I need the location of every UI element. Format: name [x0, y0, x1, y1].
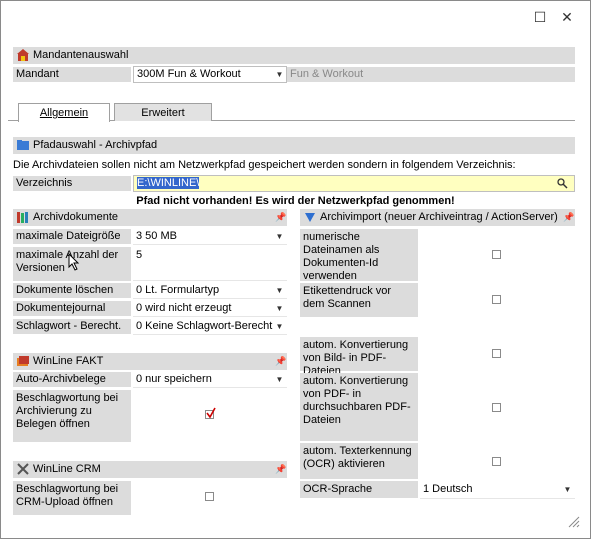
- auto-archivbelege-select[interactable]: 0 nur speichern: [133, 372, 287, 388]
- konvertierung-pdf-label: autom. Konvertierung von PDF- in durchsu…: [300, 373, 418, 441]
- folders-icon: [17, 356, 29, 366]
- pin-icon[interactable]: 📌: [563, 212, 574, 222]
- chevron-down-icon[interactable]: ▼: [561, 482, 574, 497]
- mouse-cursor-icon: [68, 253, 80, 271]
- tools-icon: [17, 463, 29, 475]
- numerische-dateinamen-label: numerische Dateinamen als Dokumenten-Id …: [300, 229, 418, 282]
- mandant-label: Mandant: [13, 67, 131, 82]
- mandant-section-header: Mandantenauswahl: [13, 47, 575, 64]
- tab-allgemein-label: Allgemein: [39, 107, 89, 119]
- crm-beschlagwortung-label: Beschlagwortung bei CRM-Upload öffnen: [13, 481, 131, 515]
- crm-header: WinLine CRM: [13, 461, 287, 478]
- archivdokumente-header: Archivdokumente: [13, 209, 287, 226]
- schlagwort-label: Schlagwort - Berecht.: [13, 319, 131, 334]
- chevron-down-icon[interactable]: ▼: [273, 372, 286, 387]
- chevron-down-icon[interactable]: ▼: [273, 283, 286, 298]
- chevron-down-icon[interactable]: ▼: [273, 319, 286, 334]
- house-icon: [17, 49, 29, 61]
- konvertierung-bild-label: autom. Konvertierung von Bild- in PDF-Da…: [300, 337, 418, 377]
- verzeichnis-input[interactable]: E:\WINLINE\: [133, 175, 575, 192]
- etikettendruck-label: Etikettendruck vor dem Scannen: [300, 283, 418, 317]
- resize-grip-icon[interactable]: [566, 514, 580, 528]
- konvertierung-bild-checkbox[interactable]: [492, 349, 501, 358]
- ocr-sprache-select[interactable]: 1 Deutsch: [420, 481, 575, 499]
- close-button[interactable]: ✕: [556, 6, 578, 28]
- mandant-value: 300M Fun & Workout: [137, 68, 241, 80]
- verzeichnis-label: Verzeichnis: [13, 176, 131, 191]
- mandant-dropdown-icon[interactable]: ▼: [273, 67, 286, 82]
- ocr-sprache-label: OCR-Sprache: [300, 481, 418, 498]
- archivimport-header: Archivimport (neuer Archiveintrag / Acti…: [300, 209, 575, 226]
- search-icon[interactable]: [557, 178, 568, 189]
- arrow-down-icon: [305, 213, 315, 222]
- fakt-beschlagwortung-label: Beschlagwortung bei Archivierung zu Bele…: [13, 390, 131, 442]
- schlagwort-select[interactable]: 0 Keine Schlagwort-Berechtig: [133, 319, 287, 335]
- tab-allgemein[interactable]: Allgemein: [18, 103, 110, 122]
- pfad-section-header: Pfadauswahl - Archivpfad: [13, 137, 575, 154]
- texterkennung-label: autom. Texterkennung (OCR) aktivieren: [300, 443, 418, 479]
- verzeichnis-value: E:\WINLINE\: [137, 177, 200, 189]
- mandant-readonly: Fun & Workout: [287, 67, 575, 82]
- pin-icon[interactable]: 📌: [275, 464, 286, 474]
- dokumente-loeschen-label: Dokumente löschen: [13, 283, 131, 298]
- chevron-down-icon[interactable]: ▼: [273, 229, 286, 244]
- fakt-title: WinLine FAKT: [33, 355, 104, 367]
- books-icon: [17, 212, 28, 223]
- checkmark-icon: [206, 407, 216, 419]
- tab-erweitert[interactable]: Erweitert: [114, 103, 212, 121]
- maximize-button[interactable]: ☐: [529, 6, 551, 28]
- dokumente-loeschen-select[interactable]: 0 Lt. Formulartyp: [133, 283, 287, 299]
- folder-icon: [17, 140, 29, 150]
- max-dateigroesse-label: maximale Dateigröße: [13, 229, 131, 244]
- max-dateigroesse-select[interactable]: 3 50 MB: [133, 229, 287, 245]
- pfad-section-title: Pfadauswahl - Archivpfad: [33, 139, 158, 151]
- dokumentejournal-select[interactable]: 0 wird nicht erzeugt: [133, 301, 287, 317]
- mandant-select[interactable]: 300M Fun & Workout: [133, 66, 287, 83]
- auto-archivbelege-label: Auto-Archivbelege: [13, 372, 131, 387]
- pin-icon[interactable]: 📌: [275, 212, 286, 222]
- numerische-dateinamen-checkbox[interactable]: [492, 250, 501, 259]
- fakt-header: WinLine FAKT: [13, 353, 287, 370]
- archivdokumente-title: Archivdokumente: [33, 211, 118, 223]
- pfad-warning: Pfad nicht vorhanden! Es wird der Netzwe…: [136, 195, 455, 207]
- mandant-section-title: Mandantenauswahl: [33, 49, 129, 61]
- tab-erweitert-label: Erweitert: [141, 107, 185, 119]
- crm-beschlagwortung-checkbox[interactable]: [205, 492, 214, 501]
- chevron-down-icon[interactable]: ▼: [273, 301, 286, 316]
- max-versionen-input[interactable]: 5: [133, 247, 287, 281]
- texterkennung-checkbox[interactable]: [492, 457, 501, 466]
- etikettendruck-checkbox[interactable]: [492, 295, 501, 304]
- archivimport-title: Archivimport (neuer Archiveintrag / Acti…: [320, 211, 558, 223]
- pfad-info-text: Die Archivdateien sollen nicht am Netzwe…: [13, 159, 516, 171]
- dokumentejournal-label: Dokumentejournal: [13, 301, 131, 316]
- crm-title: WinLine CRM: [33, 463, 101, 475]
- pin-icon[interactable]: 📌: [275, 356, 286, 366]
- blank-row: [300, 319, 575, 335]
- konvertierung-pdf-checkbox[interactable]: [492, 403, 501, 412]
